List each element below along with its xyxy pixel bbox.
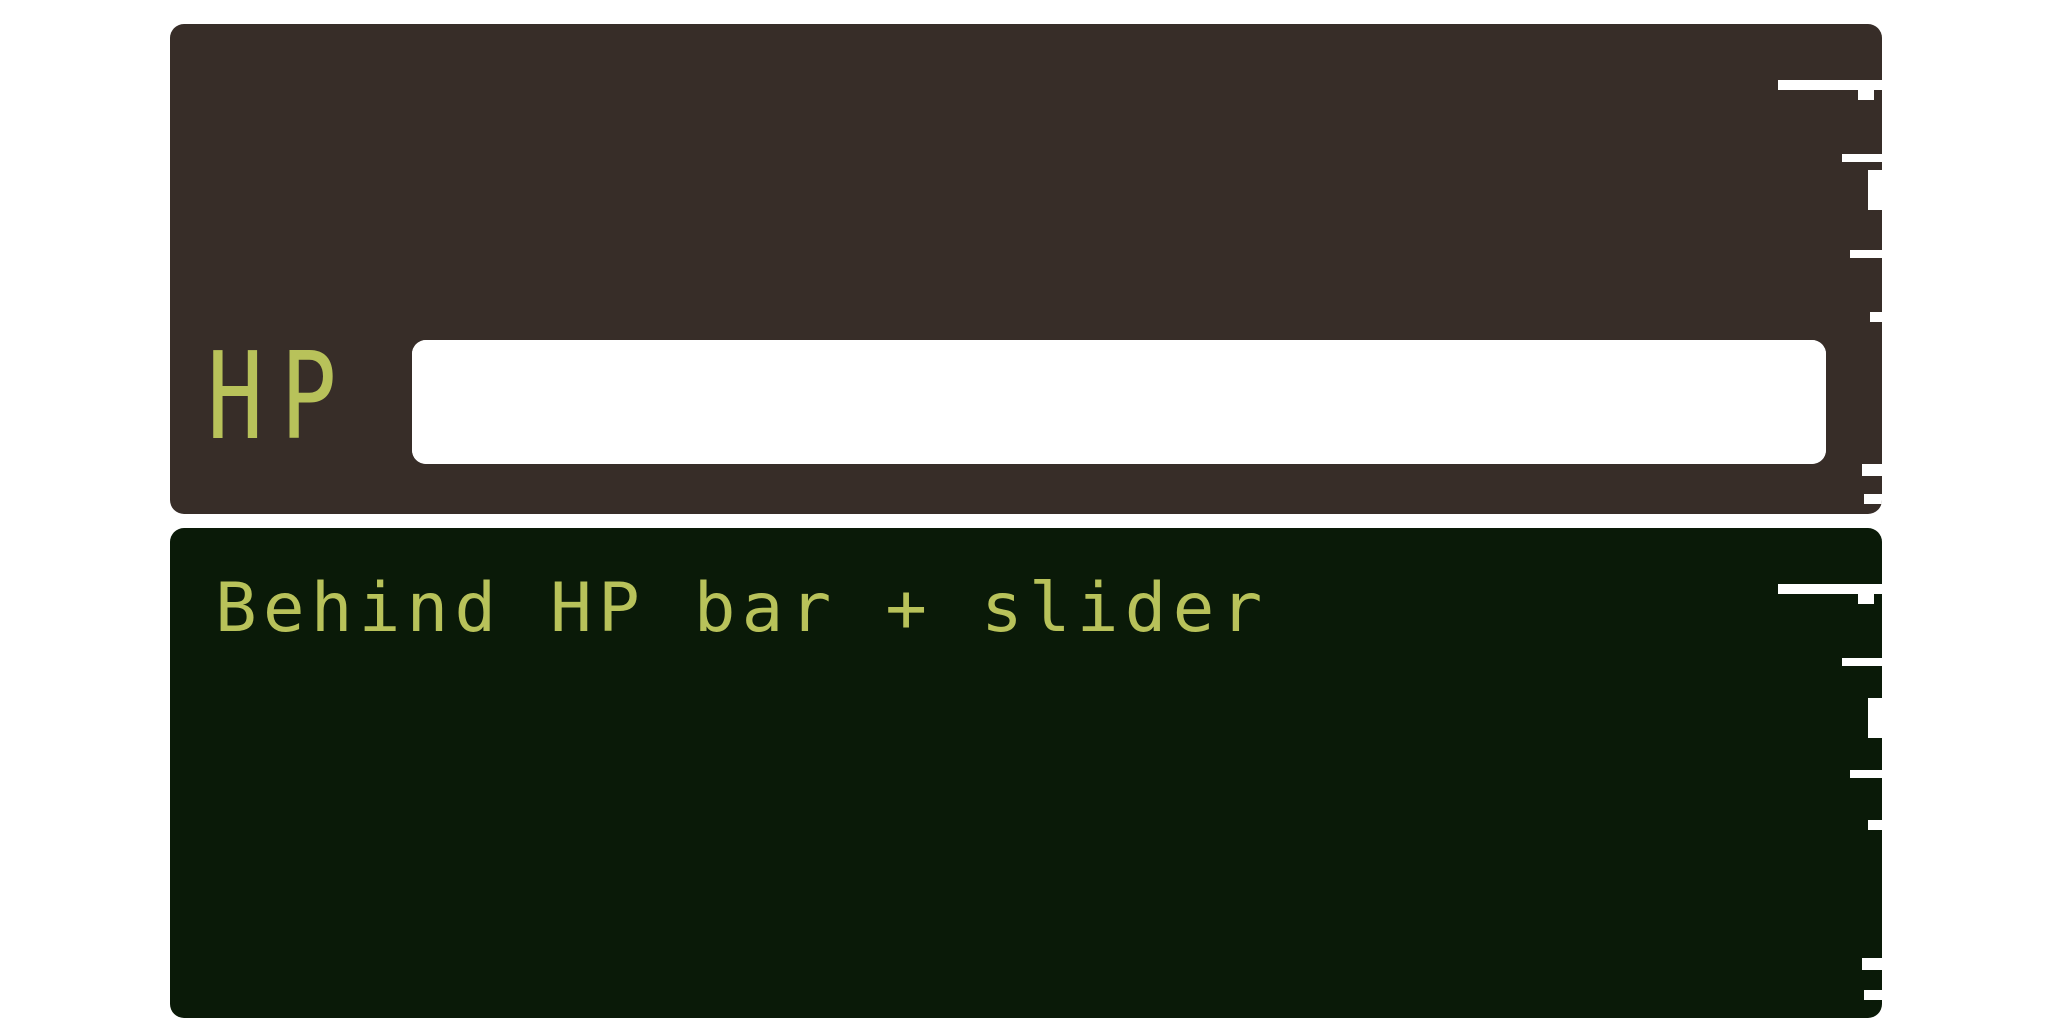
torn-edge-notch: [1864, 990, 1882, 1000]
torn-edge-notch: [1868, 170, 1882, 210]
torn-edge-notch: [1842, 154, 1882, 162]
torn-edge-notch: [1778, 80, 1882, 90]
torn-edge-notch: [1850, 770, 1882, 778]
torn-edge-notch: [1850, 250, 1882, 258]
torn-edge-notch: [1868, 698, 1882, 738]
hp-label: HP: [207, 328, 355, 467]
torn-edge-notch: [1862, 464, 1882, 476]
torn-edge-notch: [1862, 958, 1882, 970]
torn-edge-notch: [1858, 90, 1874, 100]
torn-edge-notch: [1864, 494, 1882, 504]
hp-bar: [412, 340, 1826, 464]
hp-bar-fill: [412, 340, 1826, 464]
caption-text: Behind HP bar + slider: [215, 569, 1269, 648]
torn-edge-notch: [1842, 658, 1882, 666]
torn-edge-notch: [1870, 312, 1882, 322]
torn-edge-notch: [1778, 584, 1882, 594]
torn-edge-notch: [1858, 594, 1874, 604]
torn-edge-notch: [1868, 820, 1882, 830]
